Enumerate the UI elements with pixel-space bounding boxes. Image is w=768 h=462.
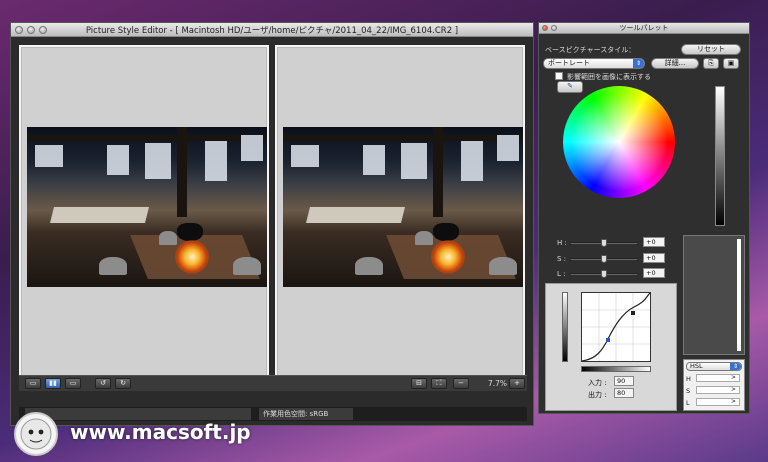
undo-icon[interactable]: ↺ [95, 378, 111, 389]
saturation-slider[interactable] [571, 255, 637, 263]
hsl-s-label: S [686, 387, 691, 395]
hsl-l-label: L [686, 399, 690, 407]
hsl-mode-select[interactable]: HSL ⇕ [686, 362, 742, 371]
watermark-text: www.macsoft.jp [70, 420, 251, 444]
preview-bar [737, 239, 741, 351]
hsl-h-field[interactable]: > [696, 374, 740, 382]
hsl-mode-value: HSL [690, 362, 703, 370]
curve-point-2[interactable] [631, 311, 635, 315]
style-select[interactable]: ポートレート ⇕ [543, 58, 645, 69]
input-gradient [581, 366, 651, 372]
original-photo [27, 127, 267, 287]
main-window: Picture Style Editor - [ Macintosh HD/ユー… [10, 22, 534, 426]
input-value[interactable]: 90 [614, 376, 634, 386]
input-label: 入力 : [588, 379, 607, 387]
main-titlebar: Picture Style Editor - [ Macintosh HD/ユー… [11, 23, 533, 37]
status-bar: 作業用色空間: sRGB [19, 407, 527, 421]
output-label: 出力 : [588, 391, 607, 399]
single-view-icon[interactable]: ▭ [25, 378, 41, 389]
saturation-label: S : [557, 255, 567, 263]
hsl-l-field[interactable]: > [696, 398, 740, 406]
tool-palette-titlebar: ツールパレット [539, 23, 749, 34]
saturation-value[interactable]: +0 [643, 253, 665, 263]
tone-curve-panel: 入力 : 90 出力 : 80 [545, 283, 677, 411]
open-file-icon[interactable]: ⎘ [703, 58, 719, 69]
output-gradient [562, 292, 568, 362]
luminance-bar[interactable] [715, 86, 725, 226]
hsl-s-field[interactable]: > [696, 386, 740, 394]
hue-slider[interactable] [571, 239, 637, 247]
color-wheel[interactable] [563, 86, 675, 198]
colorspace-label: 作業用色空間: sRGB [259, 408, 353, 420]
zoom-level: 7.7% [488, 379, 508, 388]
output-value[interactable]: 80 [614, 388, 634, 398]
window-title: Picture Style Editor - [ Macintosh HD/ユー… [85, 26, 459, 36]
color-preview [683, 235, 745, 355]
lightness-value[interactable]: +0 [643, 268, 665, 278]
hsl-h-label: H [686, 375, 691, 383]
status-message [25, 408, 251, 420]
curve-point-1[interactable] [606, 338, 610, 342]
adjusted-image-panel[interactable] [275, 45, 525, 383]
tone-curve[interactable] [581, 292, 651, 362]
base-style-label: ベースピクチャースタイル： [545, 46, 636, 54]
adjusted-photo [283, 127, 523, 287]
reset-button[interactable]: リセット [681, 44, 741, 55]
show-area-checkbox[interactable] [555, 72, 563, 80]
side-by-side-view-icon[interactable]: ▮▮ [45, 378, 61, 389]
hue-value[interactable]: +0 [643, 237, 665, 247]
saturation-slider-knob[interactable] [601, 255, 607, 263]
chevron-down-icon: ⇕ [633, 59, 644, 68]
lightness-slider[interactable] [571, 270, 637, 278]
lightness-slider-knob[interactable] [601, 270, 607, 278]
zoom-out-icon[interactable]: − [453, 378, 469, 389]
split-view-icon[interactable]: ▭ [65, 378, 81, 389]
redo-icon[interactable]: ↻ [115, 378, 131, 389]
tone-curve-graph[interactable] [581, 292, 651, 362]
hsl-panel: HSL ⇕ H > S > L > [683, 359, 745, 411]
original-image-panel[interactable] [19, 45, 269, 383]
tool-palette-window: ツールパレット ベースピクチャースタイル： リセット ポートレート ⇕ 詳細..… [538, 22, 750, 414]
chevron-down-icon: ⇕ [730, 363, 741, 370]
hue-label: H : [557, 239, 567, 247]
zoom-in-icon[interactable]: + [509, 378, 525, 389]
tool-palette-title: ツールパレット [619, 24, 669, 32]
detail-button[interactable]: 詳細... [651, 58, 699, 69]
fit-icon[interactable]: ⊟ [411, 378, 427, 389]
fullscreen-icon[interactable]: ⛶ [431, 378, 447, 389]
save-icon[interactable]: ▣ [723, 58, 739, 69]
hue-slider-knob[interactable] [601, 239, 607, 247]
eyedropper-icon[interactable]: ✎ [557, 81, 583, 93]
lightness-label: L : [557, 270, 566, 278]
style-select-value: ポートレート [548, 59, 590, 67]
watermark-logo [14, 412, 58, 456]
view-toolbar: ▭ ▮▮ ▭ ↺ ↻ ⊟ ⛶ − 7.7% + [19, 375, 527, 391]
